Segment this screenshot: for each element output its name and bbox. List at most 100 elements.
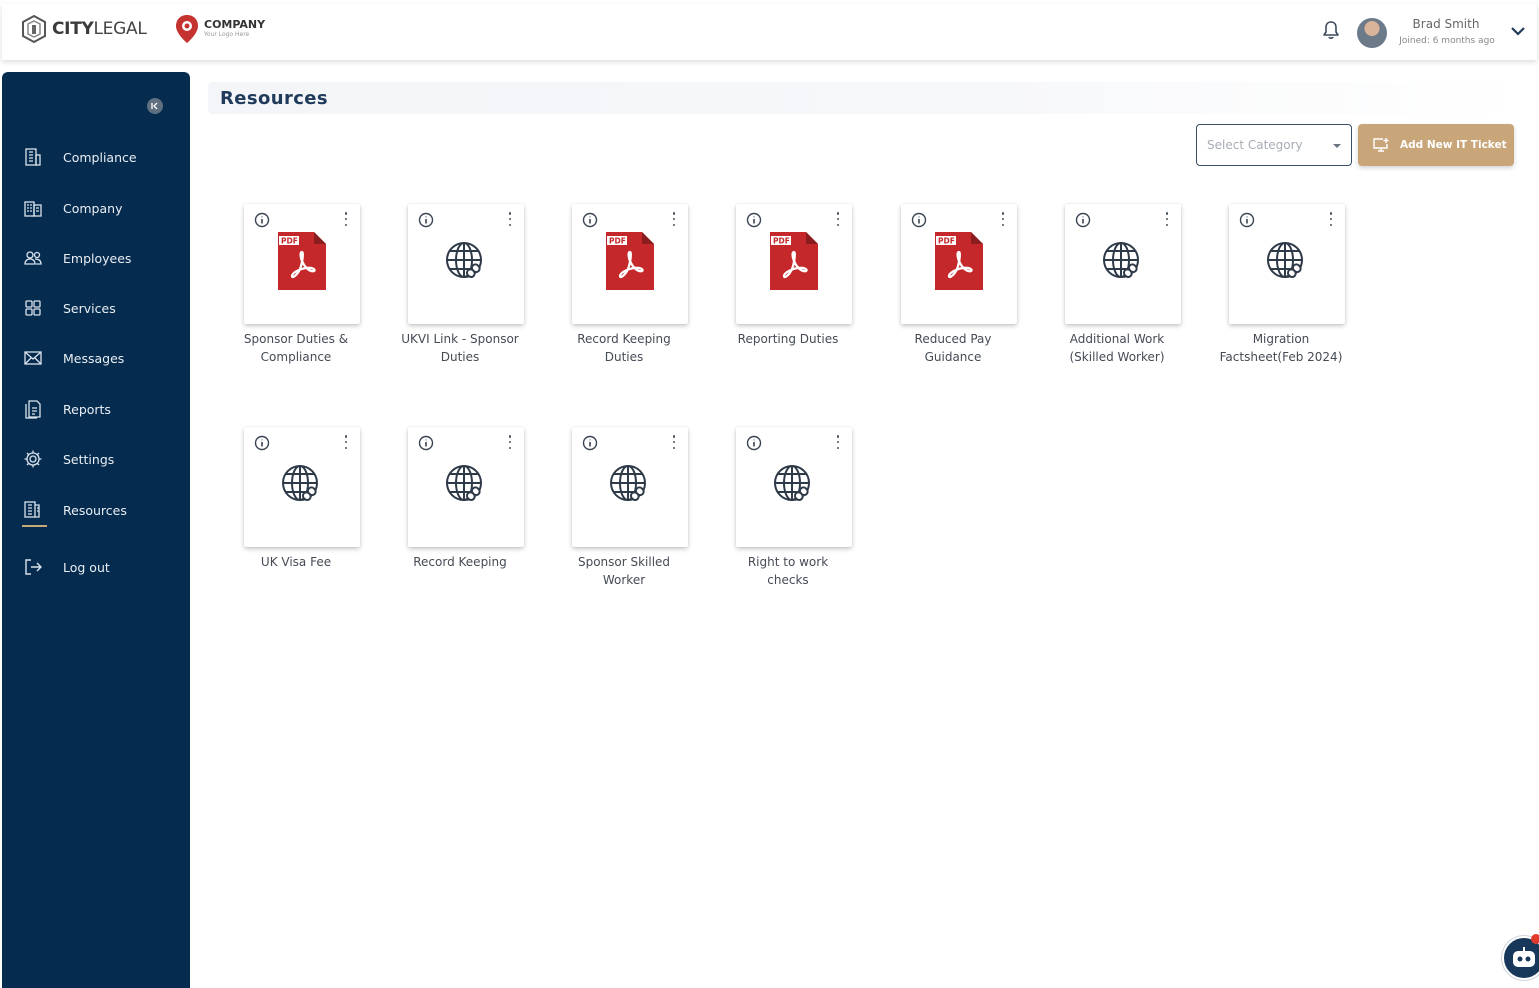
kebab-menu-icon[interactable]: [1165, 212, 1169, 226]
pdf-file-icon: PDF: [935, 232, 983, 294]
sidebar-item-company[interactable]: Company: [22, 193, 182, 223]
resources-icon: [22, 499, 44, 521]
sidebar-item-label: Log out: [63, 559, 110, 575]
sidebar-item-label: Employees: [63, 250, 132, 266]
info-icon[interactable]: [254, 435, 270, 455]
user-joined-date: Joined: 6 months ago: [1399, 36, 1495, 46]
resource-card[interactable]: PDF: [572, 204, 688, 324]
svg-text:PDF: PDF: [773, 237, 790, 246]
grid-icon: [22, 297, 44, 319]
kebab-menu-icon[interactable]: [508, 212, 512, 226]
citylegal-logo[interactable]: CITYLEGAL: [20, 14, 147, 44]
resource-card[interactable]: PDF: [244, 204, 360, 324]
sidebar-item-messages[interactable]: Messages: [22, 343, 182, 373]
category-select[interactable]: Select Category: [1196, 124, 1352, 166]
pdf-file-icon: PDF: [606, 232, 654, 294]
kebab-menu-icon[interactable]: [344, 435, 348, 449]
resource-title: Additional Work (Skilled Worker): [1069, 332, 1165, 364]
collapse-sidebar-icon[interactable]: [147, 98, 163, 114]
resource-title: UK Visa Fee: [260, 555, 332, 569]
top-header: CITYLEGAL COMPANY Your Logo Here Brad Sm…: [2, 4, 1537, 60]
resource-title: Sponsor Skilled Worker: [577, 555, 671, 587]
gear-icon: [22, 448, 44, 470]
info-icon[interactable]: [1239, 212, 1255, 232]
svg-text:PDF: PDF: [938, 237, 955, 246]
pdf-file-icon: PDF: [770, 232, 818, 294]
add-it-ticket-label: Add New IT Ticket: [1400, 139, 1507, 151]
building-icon: [22, 146, 44, 168]
kebab-menu-icon[interactable]: [672, 212, 676, 226]
sidebar-item-label: Company: [63, 200, 123, 216]
kebab-menu-icon[interactable]: [836, 212, 840, 226]
brand-name: CITYLEGAL: [52, 19, 147, 39]
resource-title: Reduced Pay Guidance: [914, 332, 992, 364]
resource-title: Sponsor Duties & Compliance: [243, 332, 349, 364]
sidebar-item-resources[interactable]: Resources: [22, 495, 182, 527]
page-title: Resources: [220, 88, 329, 109]
kebab-menu-icon[interactable]: [1001, 212, 1005, 226]
info-icon[interactable]: [746, 212, 762, 232]
company-tagline: Your Logo Here: [204, 31, 250, 38]
resource-card[interactable]: [408, 427, 524, 547]
sidebar-item-employees[interactable]: Employees: [22, 243, 182, 273]
info-icon[interactable]: [582, 212, 598, 232]
sidebar-item-settings[interactable]: Settings: [22, 444, 182, 474]
reports-icon: [22, 398, 44, 420]
sidebar-item-reports[interactable]: Reports: [22, 394, 182, 424]
resource-card[interactable]: [244, 427, 360, 547]
resource-card[interactable]: PDF: [901, 204, 1017, 324]
sidebar-item-label: Reports: [63, 401, 111, 417]
globe-link-icon: [1264, 239, 1310, 289]
sidebar-item-label: Settings: [63, 451, 115, 467]
resource-card[interactable]: [1065, 204, 1181, 324]
globe-link-icon: [443, 239, 489, 289]
info-icon[interactable]: [418, 212, 434, 232]
info-icon[interactable]: [254, 212, 270, 232]
office-icon: [22, 197, 44, 219]
sidebar-item-label: Compliance: [63, 149, 137, 165]
sidebar: Compliance Company Employees Services Me…: [2, 72, 190, 988]
notification-bell-icon[interactable]: [1322, 20, 1340, 44]
resource-title: UKVI Link - Sponsor Duties: [401, 332, 519, 364]
sidebar-item-services[interactable]: Services: [22, 293, 182, 323]
globe-link-icon: [1100, 239, 1146, 289]
resource-card[interactable]: PDF: [736, 204, 852, 324]
robot-icon: [1513, 947, 1535, 967]
globe-link-icon: [771, 462, 817, 512]
category-select-placeholder: Select Category: [1207, 138, 1303, 152]
resource-title: Record Keeping: [413, 555, 507, 569]
sidebar-item-label: Messages: [63, 350, 125, 366]
chevron-down-icon[interactable]: [1510, 22, 1526, 41]
citylegal-mark-icon: [22, 14, 46, 44]
user-avatar[interactable]: [1357, 18, 1387, 48]
notification-dot: [1531, 934, 1539, 944]
kebab-menu-icon[interactable]: [1329, 212, 1333, 226]
resource-title: Reporting Duties: [737, 332, 839, 346]
caret-down-icon: [1333, 144, 1341, 148]
resource-card[interactable]: [572, 427, 688, 547]
user-name: Brad Smith: [1412, 17, 1480, 31]
info-icon[interactable]: [582, 435, 598, 455]
sidebar-item-label: Resources: [63, 502, 127, 518]
info-icon[interactable]: [746, 435, 762, 455]
globe-link-icon: [607, 462, 653, 512]
logout-icon: [22, 556, 44, 578]
kebab-menu-icon[interactable]: [344, 212, 348, 226]
info-icon[interactable]: [1075, 212, 1091, 232]
svg-text:PDF: PDF: [609, 237, 626, 246]
sidebar-item-logout[interactable]: Log out: [22, 552, 182, 582]
kebab-menu-icon[interactable]: [508, 435, 512, 449]
active-indicator: [22, 525, 47, 527]
monitor-plus-icon: [1373, 138, 1389, 152]
resource-card[interactable]: [1229, 204, 1345, 324]
kebab-menu-icon[interactable]: [672, 435, 676, 449]
info-icon[interactable]: [911, 212, 927, 232]
resource-card[interactable]: [408, 204, 524, 324]
resource-title: Right to work checks: [747, 555, 829, 587]
sidebar-item-compliance[interactable]: Compliance: [22, 142, 182, 172]
resource-title: Migration Factsheet(Feb 2024): [1219, 332, 1343, 364]
resource-card[interactable]: [736, 427, 852, 547]
kebab-menu-icon[interactable]: [836, 435, 840, 449]
add-it-ticket-button[interactable]: Add New IT Ticket: [1358, 124, 1514, 166]
info-icon[interactable]: [418, 435, 434, 455]
